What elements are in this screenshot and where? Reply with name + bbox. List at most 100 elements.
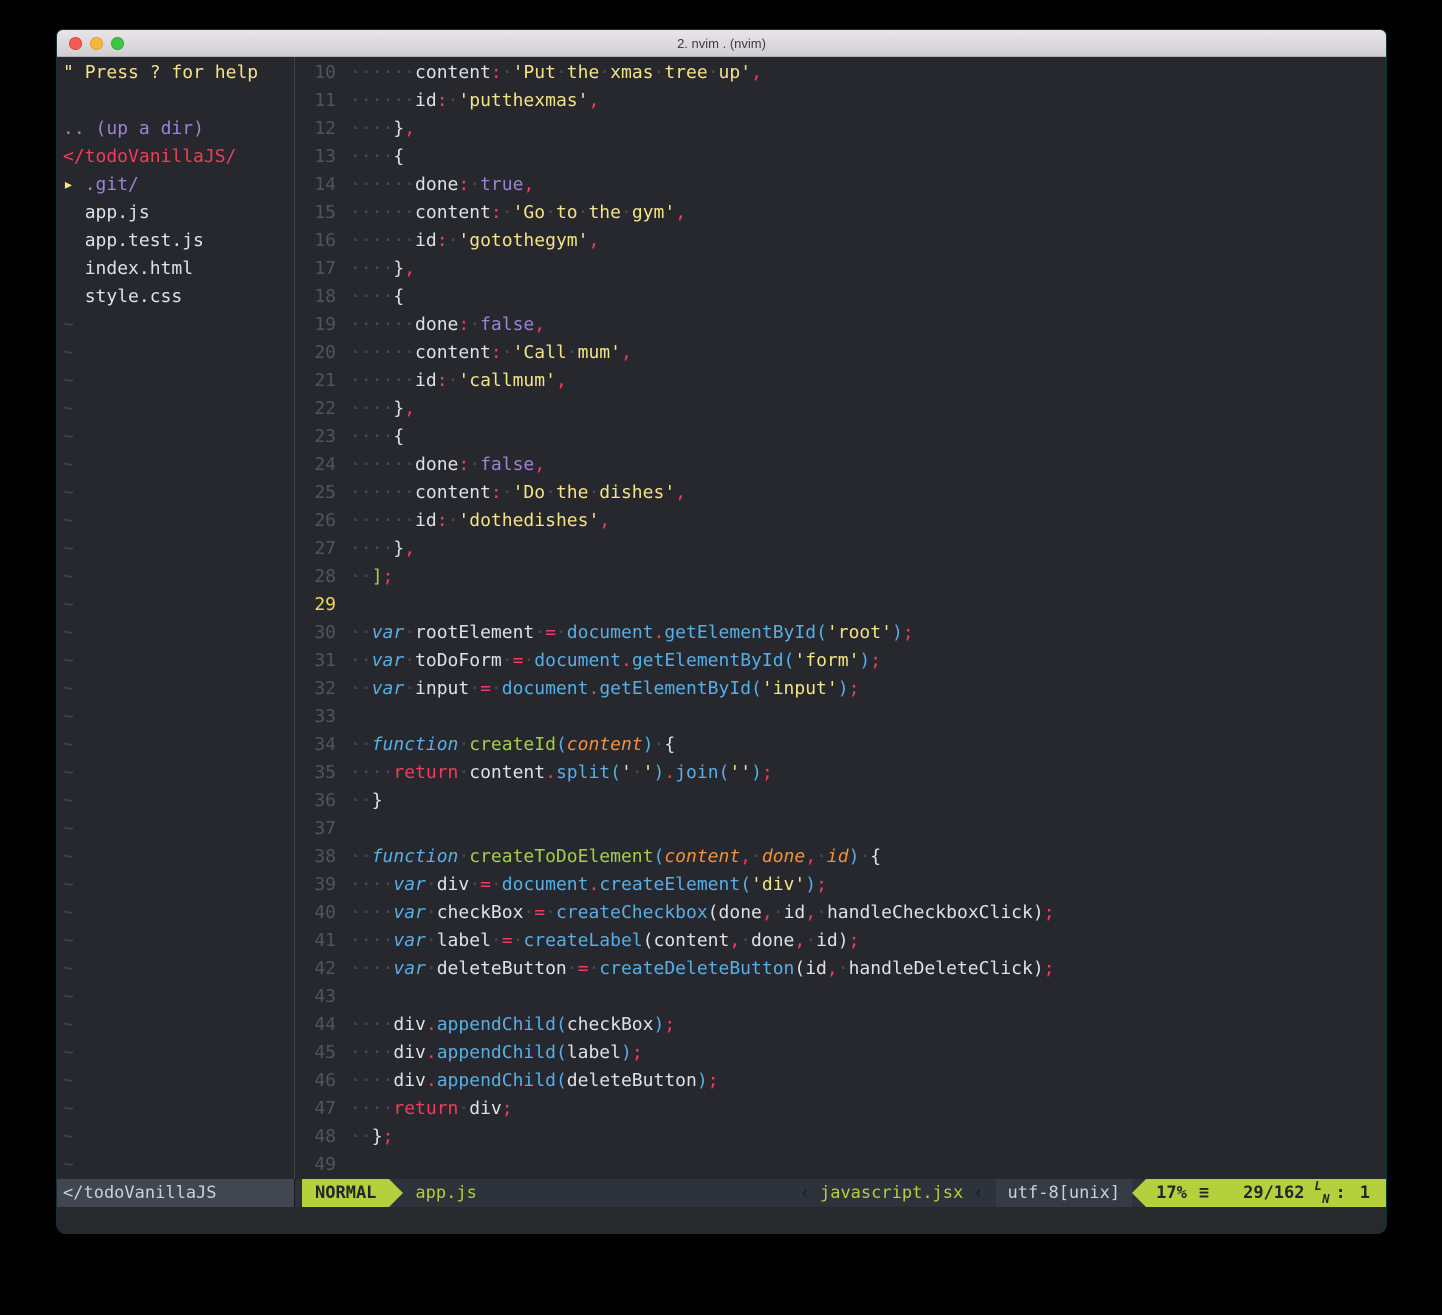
code-line[interactable]: 10······content:·'Put·the·xmas·tree·up',	[295, 59, 1386, 87]
netrw-entry[interactable]: index.html	[63, 255, 294, 283]
code-line[interactable]: 26······id:·'dothedishes',	[295, 507, 1386, 535]
line-number: 14	[295, 171, 336, 199]
titlebar[interactable]: 2. nvim . (nvim)	[57, 30, 1386, 57]
code-line[interactable]: 22····},	[295, 395, 1386, 423]
code-line[interactable]: 16······id:·'gotothegym',	[295, 227, 1386, 255]
statusline-filename: app.js	[415, 1179, 476, 1207]
code-line[interactable]: 41····var·label·=·createLabel(content,·d…	[295, 927, 1386, 955]
code-line[interactable]: 24······done:·false,	[295, 451, 1386, 479]
code-line[interactable]: 28··];	[295, 563, 1386, 591]
code-line[interactable]: 23····{	[295, 423, 1386, 451]
command-line[interactable]	[57, 1207, 1386, 1233]
line-number: 26	[295, 507, 336, 535]
code-line[interactable]: 20······content:·'Call·mum',	[295, 339, 1386, 367]
line-number-icon: LN	[1315, 1181, 1330, 1205]
statusline: </todoVanillaJS NORMAL app.js ‹ javascri…	[57, 1179, 1386, 1207]
line-number: 12	[295, 115, 336, 143]
mode-indicator: NORMAL	[302, 1179, 389, 1207]
netrw-entry[interactable]: .. (up a dir)	[63, 115, 294, 143]
code-line[interactable]: 14 ······done:·true,	[295, 171, 1386, 199]
chevron-left-icon: ‹	[967, 1179, 989, 1207]
code-line[interactable]: 32··var·input·=·document.getElementById(…	[295, 675, 1386, 703]
code-line[interactable]: 15······content:·'Go·to·the·gym',	[295, 199, 1386, 227]
netrw-entry[interactable]: app.test.js	[63, 227, 294, 255]
code-line[interactable]: 37	[295, 815, 1386, 843]
scroll-percent: 17%	[1156, 1179, 1187, 1207]
code-text: ······content:·'Go·to·the·gym',	[350, 199, 1386, 227]
code-line[interactable]: 42····var·deleteButton·=·createDeleteBut…	[295, 955, 1386, 983]
code-line[interactable]: 11······id:·'putthexmas',	[295, 87, 1386, 115]
empty-line-tilde: ~	[63, 311, 294, 339]
empty-line-tilde: ~	[63, 675, 294, 703]
code-line[interactable]: 36··}	[295, 787, 1386, 815]
line-number: 33	[295, 703, 336, 731]
netrw-entry[interactable]: " Press ? for help	[63, 59, 294, 87]
empty-line-tilde: ~	[63, 1123, 294, 1151]
code-line[interactable]: 35····return·content.split('·').join('')…	[295, 759, 1386, 787]
empty-line-tilde: ~	[63, 479, 294, 507]
code-line[interactable]: 29	[295, 591, 1386, 619]
code-line[interactable]: 38··function·createToDoElement(content,·…	[295, 843, 1386, 871]
code-text: ······done:·true,	[350, 171, 1386, 199]
line-number: 49	[295, 1151, 336, 1179]
traffic-lights	[69, 30, 124, 56]
code-line[interactable]: 21······id:·'callmum',	[295, 367, 1386, 395]
code-line[interactable]: 12 ····},	[295, 115, 1386, 143]
netrw-entry[interactable]: style.css	[63, 283, 294, 311]
code-text: ····},	[350, 115, 1386, 143]
code-line[interactable]: 30··var·rootElement·=·document.getElemen…	[295, 619, 1386, 647]
empty-line-tilde: ~	[63, 395, 294, 423]
statusline-position-segment: 17% ≡ 29/162 LN : 1	[1146, 1179, 1386, 1207]
code-line[interactable]: 18····{	[295, 283, 1386, 311]
window-title: 2. nvim . (nvim)	[57, 36, 1386, 51]
code-line[interactable]: 40····var·checkBox·=·createCheckbox(done…	[295, 899, 1386, 927]
code-line[interactable]: 34··function·createId(content)·{	[295, 731, 1386, 759]
code-line[interactable]: 45····div.appendChild(label);	[295, 1039, 1386, 1067]
code-line[interactable]: 13····{	[295, 143, 1386, 171]
code-line[interactable]: 47····return·div;	[295, 1095, 1386, 1123]
code-text: ····{	[350, 283, 1386, 311]
code-text: ··function·createId(content)·{	[350, 731, 1386, 759]
line-number: 45	[295, 1039, 336, 1067]
empty-line-tilde: ~	[63, 1039, 294, 1067]
empty-line-tilde: ~	[63, 955, 294, 983]
code-line[interactable]: 25······content:·'Do·the·dishes',	[295, 479, 1386, 507]
netrw-entry[interactable]: </todoVanillaJS/	[63, 143, 294, 171]
line-number: 28	[295, 563, 336, 591]
zoom-button[interactable]	[111, 37, 124, 50]
empty-line-tilde: ~	[63, 1151, 294, 1179]
code-text: ····{	[350, 423, 1386, 451]
netrw-entry[interactable]: ▸ .git/	[63, 171, 294, 199]
code-line[interactable]: 44····div.appendChild(checkBox);	[295, 1011, 1386, 1039]
netrw-sidebar[interactable]: " Press ? for help .. (up a dir)</todoVan…	[57, 57, 294, 1179]
chevron-left-icon: ‹	[794, 1179, 816, 1207]
code-text: ······content:·'Put·the·xmas·tree·up',	[350, 59, 1386, 87]
empty-line-tilde: ~	[63, 647, 294, 675]
desktop-background: 2. nvim . (nvim) " Press ? for help .. (u…	[0, 0, 1442, 1315]
code-text: ····var·label·=·createLabel(content,·don…	[350, 927, 1386, 955]
line-number: 48	[295, 1123, 336, 1151]
editor-buffer[interactable]: 10······content:·'Put·the·xmas·tree·up',…	[295, 57, 1386, 1179]
code-line[interactable]: 43	[295, 983, 1386, 1011]
minimize-button[interactable]	[90, 37, 103, 50]
code-text: ······id:·'callmum',	[350, 367, 1386, 395]
netrw-entry[interactable]	[63, 87, 294, 115]
code-text: ······content:·'Call·mum',	[350, 339, 1386, 367]
code-text: ······done:·false,	[350, 311, 1386, 339]
code-line[interactable]: 33	[295, 703, 1386, 731]
code-line[interactable]: 27····},	[295, 535, 1386, 563]
line-number: 30	[295, 619, 336, 647]
code-line[interactable]: 19······done:·false,	[295, 311, 1386, 339]
line-number: 43	[295, 983, 336, 1011]
empty-line-tilde: ~	[63, 703, 294, 731]
netrw-entry[interactable]: app.js	[63, 199, 294, 227]
code-line[interactable]: 49	[295, 1151, 1386, 1179]
code-line[interactable]: 17····},	[295, 255, 1386, 283]
code-line[interactable]: 48··};	[295, 1123, 1386, 1151]
code-line[interactable]: 39····var·div·=·document.createElement('…	[295, 871, 1386, 899]
code-line[interactable]: 31··var·toDoForm·=·document.getElementBy…	[295, 647, 1386, 675]
code-text: ····div.appendChild(checkBox);	[350, 1011, 1386, 1039]
close-button[interactable]	[69, 37, 82, 50]
code-line[interactable]: 46····div.appendChild(deleteButton);	[295, 1067, 1386, 1095]
cursor-position: 29/162	[1243, 1179, 1304, 1207]
